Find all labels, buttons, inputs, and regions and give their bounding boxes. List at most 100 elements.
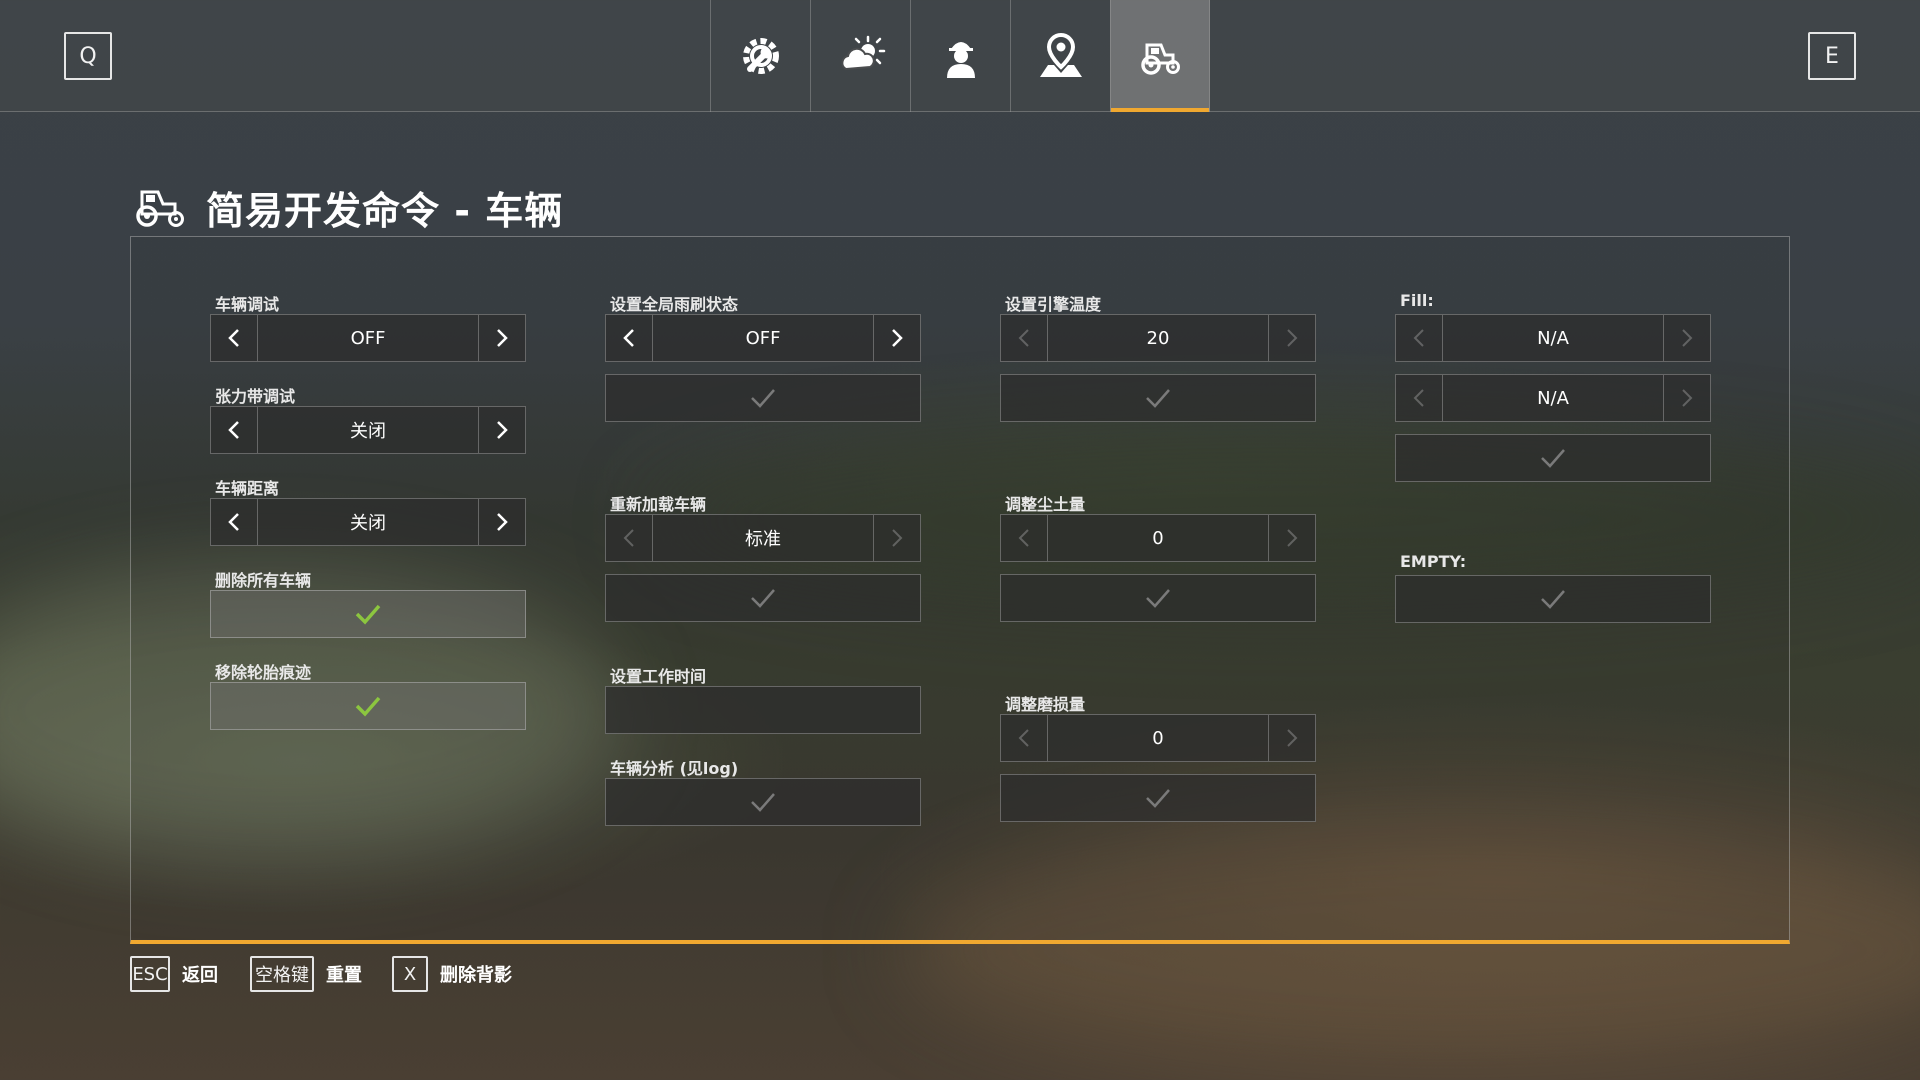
chevron-right-icon bbox=[497, 421, 508, 439]
tension-debug-selector: 关闭 bbox=[210, 406, 526, 454]
vehicle-distance-prev-button[interactable] bbox=[211, 499, 258, 545]
next-page-key[interactable]: E bbox=[1808, 32, 1856, 80]
fill-amount-next-button[interactable] bbox=[1663, 375, 1710, 421]
tension-debug-label: 张力带调试 bbox=[215, 387, 296, 406]
checkmark-icon bbox=[355, 696, 381, 717]
empty-label: EMPTY: bbox=[1400, 552, 1467, 571]
chevron-right-icon bbox=[892, 329, 903, 347]
chevron-left-icon bbox=[228, 329, 239, 347]
tension-debug-value: 关闭 bbox=[350, 421, 386, 442]
reload-vehicles-selector: 标准 bbox=[605, 514, 921, 562]
dirt-amount-apply-button[interactable] bbox=[1000, 574, 1316, 622]
category-tabs bbox=[710, 0, 1210, 112]
chevron-left-icon bbox=[1018, 329, 1029, 347]
wiper-state-selector: OFF bbox=[605, 314, 921, 362]
checkmark-icon bbox=[1541, 590, 1565, 609]
wiper-state-prev-button[interactable] bbox=[606, 315, 653, 361]
fill-apply-button[interactable] bbox=[1395, 434, 1711, 482]
work-time-input[interactable] bbox=[605, 686, 921, 734]
tab-weather[interactable] bbox=[810, 0, 910, 112]
checkmark-icon bbox=[751, 589, 775, 608]
wear-amount-next-button[interactable] bbox=[1268, 715, 1315, 761]
vehicle-distance-value: 关闭 bbox=[350, 513, 386, 534]
fill-amount-selector: N/A bbox=[1395, 374, 1711, 422]
remove-shadow-hint[interactable]: X 删除背影 bbox=[392, 956, 512, 992]
engine-temp-apply-button[interactable] bbox=[1000, 374, 1316, 422]
fill-type-selector: N/A bbox=[1395, 314, 1711, 362]
checkmark-icon bbox=[1146, 589, 1170, 608]
wiper-state-apply-button[interactable] bbox=[605, 374, 921, 422]
farmer-icon bbox=[946, 42, 975, 78]
delete-all-vehicles-label: 删除所有车辆 bbox=[215, 571, 312, 590]
wear-amount-value: 0 bbox=[1152, 727, 1164, 749]
reload-vehicles-prev-button[interactable] bbox=[606, 515, 653, 561]
tab-general-settings[interactable] bbox=[710, 0, 810, 112]
engine-temp-prev-button[interactable] bbox=[1001, 315, 1048, 361]
work-time-label: 设置工作时间 bbox=[610, 667, 707, 686]
wrench-gear-icon bbox=[742, 38, 779, 74]
checkmark-icon bbox=[1146, 389, 1170, 408]
x-key: X bbox=[392, 956, 428, 992]
tractor-icon bbox=[136, 190, 184, 227]
back-hint[interactable]: ESC 返回 bbox=[130, 956, 218, 992]
fill-type-prev-button[interactable] bbox=[1396, 315, 1443, 361]
vehicle-analysis-label: 车辆分析 (见log) bbox=[610, 759, 739, 778]
wear-amount-apply-button[interactable] bbox=[1000, 774, 1316, 822]
tab-vehicles[interactable] bbox=[1110, 0, 1210, 112]
fill-amount-value: N/A bbox=[1537, 387, 1569, 409]
vehicle-debug-next-button[interactable] bbox=[478, 315, 525, 361]
reload-vehicles-value: 标准 bbox=[745, 529, 781, 550]
fill-type-next-button[interactable] bbox=[1663, 315, 1710, 361]
engine-temp-selector: 20 bbox=[1000, 314, 1316, 362]
chevron-right-icon bbox=[1682, 389, 1693, 407]
tab-player[interactable] bbox=[910, 0, 1010, 112]
weather-sun-cloud-icon bbox=[840, 35, 885, 71]
engine-temp-label: 设置引擎温度 bbox=[1005, 295, 1102, 314]
wiper-state-value: OFF bbox=[745, 327, 781, 349]
map-pin-icon bbox=[1039, 32, 1082, 77]
delete-all-vehicles-button[interactable] bbox=[210, 590, 526, 638]
vehicle-debug-prev-button[interactable] bbox=[211, 315, 258, 361]
tab-map[interactable] bbox=[1010, 0, 1110, 112]
chevron-right-icon bbox=[1682, 329, 1693, 347]
reset-hint[interactable]: 空格键 重置 bbox=[250, 956, 362, 992]
vehicle-debug-value: OFF bbox=[350, 327, 386, 349]
chevron-right-icon bbox=[1287, 329, 1298, 347]
page-header: 简易开发命令 - 车辆 bbox=[134, 180, 563, 235]
vehicle-distance-label: 车辆距离 bbox=[215, 479, 280, 498]
remove-tire-tracks-label: 移除轮胎痕迹 bbox=[215, 663, 312, 682]
wear-amount-prev-button[interactable] bbox=[1001, 715, 1048, 761]
dirt-amount-next-button[interactable] bbox=[1268, 515, 1315, 561]
reload-vehicles-apply-button[interactable] bbox=[605, 574, 921, 622]
tension-debug-prev-button[interactable] bbox=[211, 407, 258, 453]
chevron-left-icon bbox=[623, 329, 634, 347]
chevron-left-icon bbox=[1018, 529, 1029, 547]
tension-debug-next-button[interactable] bbox=[478, 407, 525, 453]
chevron-right-icon bbox=[497, 329, 508, 347]
page-title: 简易开发命令 - 车辆 bbox=[206, 189, 564, 233]
remove-tire-tracks-button[interactable] bbox=[210, 682, 526, 730]
chevron-left-icon bbox=[228, 513, 239, 531]
top-nav-bar: Q E bbox=[0, 0, 1920, 112]
fill-amount-prev-button[interactable] bbox=[1396, 375, 1443, 421]
chevron-right-icon bbox=[1287, 729, 1298, 747]
vehicle-analysis-button[interactable] bbox=[605, 778, 921, 826]
vehicle-distance-selector: 关闭 bbox=[210, 498, 526, 546]
vehicle-distance-next-button[interactable] bbox=[478, 499, 525, 545]
fill-label: Fill: bbox=[1400, 291, 1434, 310]
reload-vehicles-next-button[interactable] bbox=[873, 515, 920, 561]
prev-page-key[interactable]: Q bbox=[64, 32, 112, 80]
dirt-amount-prev-button[interactable] bbox=[1001, 515, 1048, 561]
empty-apply-button[interactable] bbox=[1395, 575, 1711, 623]
checkmark-icon bbox=[751, 793, 775, 812]
chevron-left-icon bbox=[1413, 389, 1424, 407]
vehicle-debug-label: 车辆调试 bbox=[215, 295, 280, 314]
wiper-state-next-button[interactable] bbox=[873, 315, 920, 361]
engine-temp-next-button[interactable] bbox=[1268, 315, 1315, 361]
chevron-right-icon bbox=[497, 513, 508, 531]
reset-label: 重置 bbox=[326, 965, 362, 986]
chevron-left-icon bbox=[228, 421, 239, 439]
checkmark-icon bbox=[355, 604, 381, 625]
checkmark-icon bbox=[1146, 789, 1170, 808]
chevron-left-icon bbox=[1018, 729, 1029, 747]
